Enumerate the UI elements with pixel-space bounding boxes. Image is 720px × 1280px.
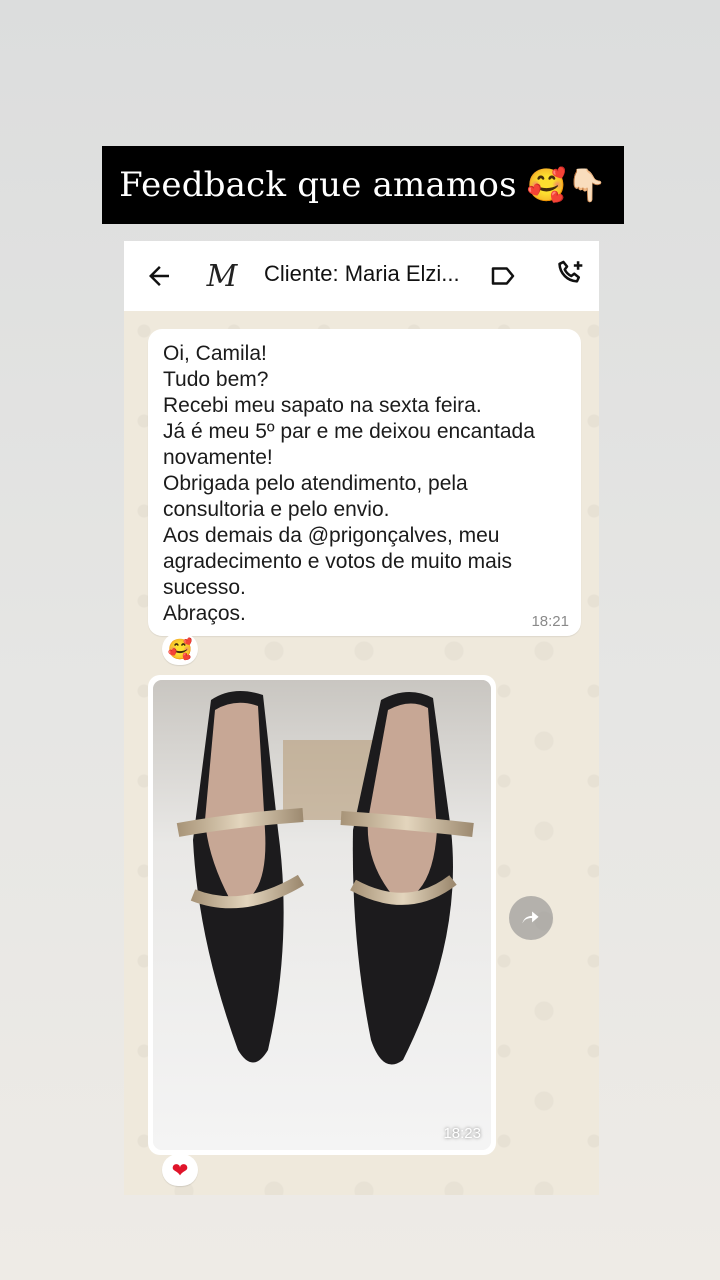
shoes-photo[interactable]: 18:23 — [153, 680, 491, 1150]
story-title-text: Feedback que amamos — [119, 165, 517, 205]
reaction-smiling-hearts-icon[interactable]: 🥰 — [162, 633, 198, 665]
contact-avatar-logo[interactable]: M — [202, 255, 242, 297]
forward-icon[interactable] — [509, 896, 553, 940]
chat-screenshot: M Cliente: Maria Elzi... Oi, Camila! Tud… — [124, 241, 599, 1195]
smiling-hearts-pointing-down-emoji-icon: 🥰👇🏻 — [526, 166, 607, 204]
message-text: Oi, Camila! Tudo bem? Recebi meu sapato … — [163, 342, 535, 625]
story-title: Feedback que amamos 🥰👇🏻 — [102, 146, 624, 224]
contact-name[interactable]: Cliente: Maria Elzi... — [264, 261, 476, 287]
add-call-icon[interactable] — [554, 257, 588, 291]
label-tag-icon[interactable] — [488, 261, 518, 291]
message-timestamp: 18:21 — [531, 613, 569, 630]
forward-arrow-icon — [522, 911, 539, 924]
logo-letter: M — [206, 258, 238, 294]
incoming-message-bubble[interactable]: Oi, Camila! Tudo bem? Recebi meu sapato … — [148, 329, 581, 636]
reaction-heart-icon[interactable]: ❤ — [162, 1154, 198, 1186]
chat-header: M Cliente: Maria Elzi... — [124, 241, 599, 311]
image-message-bubble[interactable]: 18:23 — [148, 675, 496, 1155]
image-timestamp: 18:23 — [443, 1125, 481, 1142]
shoes-illustration — [153, 680, 491, 1150]
arrow-left-icon[interactable] — [144, 261, 174, 291]
